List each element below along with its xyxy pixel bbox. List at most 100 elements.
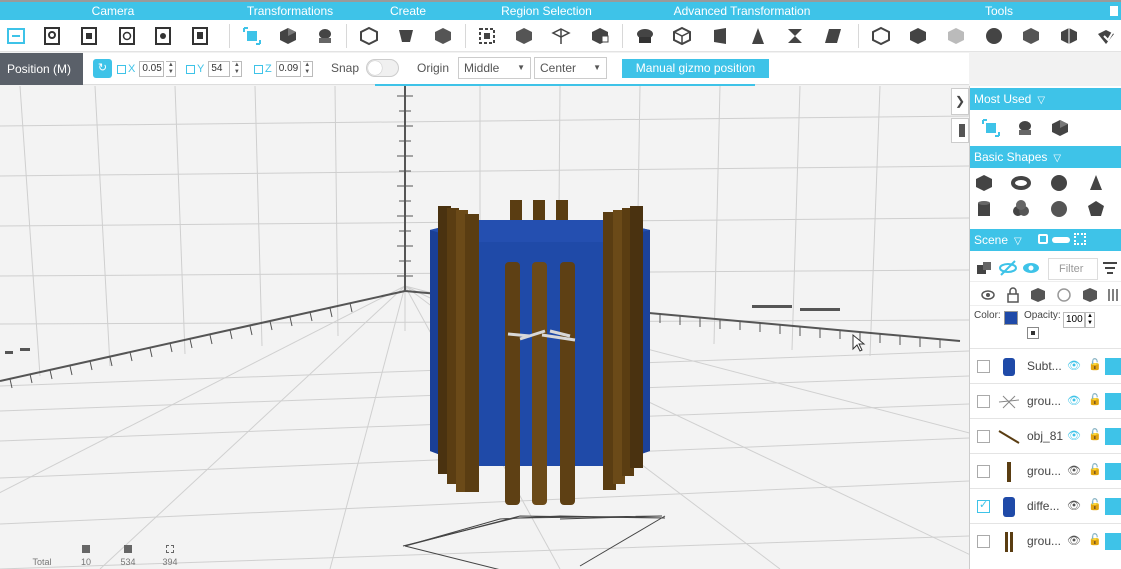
objects-icon[interactable] [974, 258, 994, 278]
scene-slider-icon[interactable] [1052, 237, 1070, 243]
menu-region-selection[interactable]: Region Selection [500, 4, 593, 18]
row-checkbox[interactable] [977, 465, 990, 478]
sort-icon[interactable] [1100, 258, 1120, 278]
camera-settings-icon[interactable] [152, 25, 174, 47]
scene-row[interactable]: grou... 👁 🔓 [970, 453, 1121, 488]
taper-tool-icon[interactable] [747, 25, 769, 47]
z-axis-checkbox[interactable] [254, 64, 263, 74]
geosphere-shape-icon[interactable] [1049, 199, 1069, 219]
z-value-stepper[interactable]: ▲ ▼ [302, 61, 313, 77]
select-plane-icon[interactable] [550, 25, 572, 47]
scene-lock-icon[interactable] [1038, 234, 1048, 244]
torus-shape-icon[interactable] [1011, 173, 1031, 193]
row-checkbox[interactable] [977, 430, 990, 443]
row-checkbox[interactable] [977, 535, 990, 548]
hide-icon[interactable] [998, 258, 1018, 278]
visibility-eye-icon[interactable]: 👁 [1067, 394, 1081, 407]
visibility-eye-icon[interactable]: 👁 [1067, 464, 1081, 477]
scale-tool-icon[interactable] [314, 25, 336, 47]
rotate-tool-icon[interactable] [1050, 118, 1070, 138]
manual-gizmo-button[interactable]: Manual gizmo position [622, 59, 769, 78]
z-value-input[interactable]: 0.09 [275, 61, 301, 77]
solid-icon[interactable] [1028, 285, 1048, 305]
menu-advanced-transformation[interactable]: Advanced Transformation [670, 4, 814, 18]
create-extrude-icon[interactable] [395, 25, 417, 47]
scale-tool-icon[interactable] [1015, 118, 1035, 138]
refresh-icon[interactable]: ↻ [93, 59, 112, 78]
color-swatch[interactable] [1004, 311, 1018, 325]
scene-row[interactable]: Subt... 👁 🔓 [970, 348, 1121, 383]
scene-header[interactable]: Scene ▽ [970, 229, 1121, 251]
tool-ghost-icon[interactable] [945, 25, 967, 47]
filter-input[interactable]: Filter [1048, 258, 1098, 280]
lock-icon[interactable]: 🔓 [1088, 463, 1102, 476]
scene-row[interactable]: grou... 👁 🔓 [970, 383, 1121, 418]
create-box-icon[interactable] [358, 25, 380, 47]
x-value-stepper[interactable]: ▲ ▼ [166, 61, 177, 77]
opacity-input[interactable]: 100 [1063, 312, 1085, 328]
x-axis-checkbox[interactable] [117, 64, 126, 74]
cube-icon[interactable] [1105, 463, 1121, 480]
menu-create[interactable]: Create [388, 4, 428, 18]
smooth-tool-icon[interactable] [634, 25, 656, 47]
tool-box-icon[interactable] [870, 25, 892, 47]
lock-icon[interactable]: 🔓 [1088, 498, 1102, 511]
sphere-shape-icon[interactable] [1049, 173, 1069, 193]
tool-split-icon[interactable] [1058, 25, 1080, 47]
opacity-stepper[interactable]: ▲ ▼ [1085, 312, 1095, 328]
origin-horizontal-select[interactable]: Center ▼ [534, 57, 607, 79]
visibility-eye-icon[interactable]: 👁 [1067, 534, 1081, 547]
lock-icon[interactable]: 🔓 [1088, 358, 1102, 371]
material-checkbox[interactable] [1027, 327, 1039, 339]
cube-shape-icon[interactable] [974, 173, 994, 193]
basic-shapes-header[interactable]: Basic Shapes ▽ [970, 146, 1121, 168]
tool-check-icon[interactable] [1095, 25, 1117, 47]
snap-toggle[interactable] [366, 59, 399, 77]
move-tool-icon[interactable] [241, 25, 263, 47]
tool-solid-icon[interactable] [907, 25, 929, 47]
y-value-input[interactable]: 54 [208, 61, 231, 77]
origin-vertical-select[interactable]: Middle ▼ [458, 57, 531, 79]
lock-icon[interactable]: 🔓 [1088, 393, 1102, 406]
cube-icon[interactable] [1105, 533, 1121, 550]
cylinder-shape-icon[interactable] [974, 199, 994, 219]
tool-sphere-icon[interactable] [983, 25, 1005, 47]
knot-shape-icon[interactable] [1011, 199, 1031, 219]
create-mesh-icon[interactable] [432, 25, 454, 47]
select-box-icon[interactable] [476, 25, 498, 47]
scene-row[interactable]: diffe... 👁 🔓 [970, 488, 1121, 523]
visibility-eye-icon[interactable]: 👁 [1067, 359, 1081, 372]
cube-icon[interactable] [1105, 498, 1121, 515]
collapse-panel-button[interactable]: ❯ [951, 88, 969, 115]
twist-tool-icon[interactable] [784, 25, 806, 47]
row-checkbox[interactable] [977, 498, 990, 513]
zoom-fit-icon[interactable] [41, 25, 63, 47]
subdivide-tool-icon[interactable] [671, 25, 693, 47]
most-used-header[interactable]: Most Used ▽ [970, 88, 1121, 110]
scene-row[interactable]: grou... 👁 🔓 [970, 523, 1121, 558]
panel-toggle-button[interactable] [951, 118, 969, 143]
row-checkbox[interactable] [977, 395, 990, 408]
select-region-icon[interactable] [513, 25, 535, 47]
rotate-tool-icon[interactable] [277, 25, 299, 47]
tool-merge-icon[interactable] [1020, 25, 1042, 47]
cube-icon[interactable] [1105, 393, 1121, 410]
cone-shape-icon[interactable] [1086, 173, 1106, 193]
scene-row[interactable]: obj_81 👁 🔓 [970, 418, 1121, 453]
cube-icon[interactable] [1105, 358, 1121, 375]
camera-view-icon[interactable] [5, 25, 27, 47]
visibility-eye-icon[interactable]: 👁 [1067, 429, 1081, 442]
lock-icon[interactable]: 🔓 [1088, 533, 1102, 546]
lock-icon[interactable]: 🔓 [1088, 428, 1102, 441]
select-invert-icon[interactable] [589, 25, 611, 47]
cube-icon[interactable] [1105, 428, 1121, 445]
y-value-stepper[interactable]: ▲ ▼ [232, 61, 243, 77]
lock-icon[interactable] [1003, 285, 1023, 305]
polyhedron-shape-icon[interactable] [1086, 199, 1106, 219]
menu-transformations[interactable]: Transformations [243, 4, 337, 18]
wireframe-icon[interactable] [1054, 285, 1074, 305]
menu-camera[interactable]: Camera [90, 4, 136, 18]
move-tool-icon[interactable] [981, 118, 1001, 138]
camera-rotate-icon[interactable] [116, 25, 138, 47]
row-checkbox[interactable] [977, 360, 990, 373]
